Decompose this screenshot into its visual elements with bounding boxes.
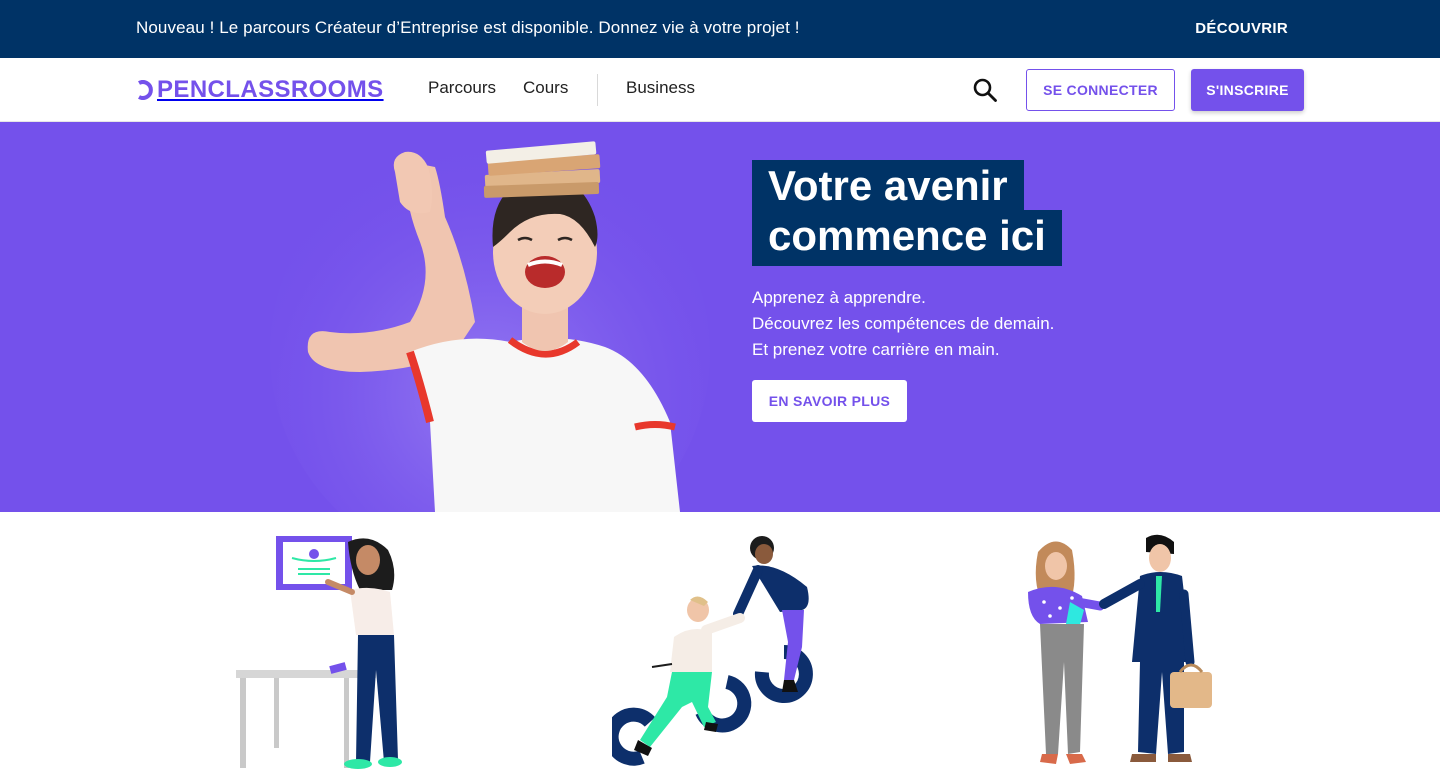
nav-divider bbox=[597, 74, 598, 106]
announcement-message: Nouveau ! Le parcours Créateur d’Entrepr… bbox=[136, 18, 800, 37]
openclassrooms-logo[interactable]: PENCLASSROOMS bbox=[136, 75, 384, 105]
certificate-illustration bbox=[236, 536, 402, 769]
mentoring-illustration bbox=[612, 536, 813, 766]
logo-text: PENCLASSROOMS bbox=[157, 76, 384, 103]
hero-title-line-2: commence ici bbox=[752, 210, 1062, 266]
hero-tagline-2: Découvrez les compétences de demain. bbox=[752, 314, 1055, 333]
signup-button[interactable]: S'INSCRIRE bbox=[1191, 69, 1304, 111]
logo-o-mark bbox=[138, 80, 153, 100]
hero-banner: Votre avenir commence ici Apprenez à app… bbox=[0, 122, 1440, 512]
nav-parcours[interactable]: Parcours bbox=[428, 78, 496, 98]
nav-cours[interactable]: Cours bbox=[523, 78, 568, 98]
learn-more-button[interactable]: EN SAVOIR PLUS bbox=[752, 380, 907, 422]
nav-business[interactable]: Business bbox=[626, 78, 695, 98]
announcement-bar: Nouveau ! Le parcours Créateur d’Entrepr… bbox=[0, 0, 1440, 58]
discover-link[interactable]: DÉCOUVRIR bbox=[1195, 20, 1288, 37]
login-button[interactable]: SE CONNECTER bbox=[1026, 69, 1175, 111]
search-icon bbox=[973, 78, 997, 102]
hero-tagline-1: Apprenez à apprendre. bbox=[752, 288, 926, 307]
site-header: PENCLASSROOMS Parcours Cours Business SE… bbox=[0, 58, 1440, 122]
handshake-illustration bbox=[1028, 534, 1212, 764]
hero-tagline-3: Et prenez votre carrière en main. bbox=[752, 340, 1000, 359]
search-button[interactable] bbox=[970, 75, 1000, 105]
hero-photo bbox=[270, 132, 710, 512]
hero-title-line-1: Votre avenir bbox=[752, 160, 1024, 212]
